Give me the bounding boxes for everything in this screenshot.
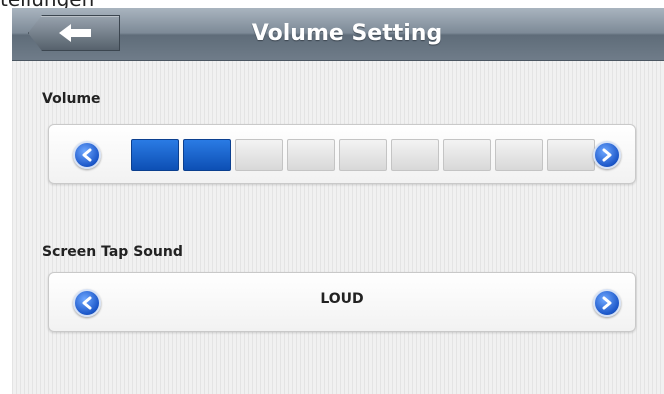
- volume-segment[interactable]: [287, 139, 335, 171]
- back-arrow-icon: [59, 24, 91, 42]
- volume-control: [48, 124, 636, 184]
- volume-segment[interactable]: [235, 139, 283, 171]
- volume-segment[interactable]: [391, 139, 439, 171]
- volume-label: Volume: [42, 91, 101, 107]
- chevron-right-icon: [602, 148, 612, 162]
- chevron-left-icon: [82, 148, 92, 162]
- volume-increase-button[interactable]: [593, 141, 621, 169]
- tap-sound-value: LOUD: [320, 291, 364, 307]
- volume-settings-screen: Volume Setting Volume Screen Tap Sound L…: [12, 8, 664, 394]
- screen-tap-sound-control: LOUD: [48, 272, 636, 332]
- volume-decrease-button[interactable]: [73, 141, 101, 169]
- volume-segment[interactable]: [131, 139, 179, 171]
- volume-segment[interactable]: [443, 139, 491, 171]
- back-button[interactable]: [28, 15, 120, 51]
- page-title: Volume Setting: [251, 21, 443, 46]
- volume-segment[interactable]: [495, 139, 543, 171]
- tap-sound-next-button[interactable]: [593, 289, 621, 317]
- volume-segment[interactable]: [547, 139, 595, 171]
- volume-segment[interactable]: [183, 139, 231, 171]
- volume-segment[interactable]: [339, 139, 387, 171]
- volume-level-bar[interactable]: [131, 139, 595, 171]
- title-bar: Volume Setting: [12, 8, 664, 61]
- chevron-right-icon: [602, 296, 612, 310]
- screen-tap-sound-label: Screen Tap Sound: [42, 244, 183, 260]
- page: tellungen Volume Setting Volume: [0, 0, 664, 394]
